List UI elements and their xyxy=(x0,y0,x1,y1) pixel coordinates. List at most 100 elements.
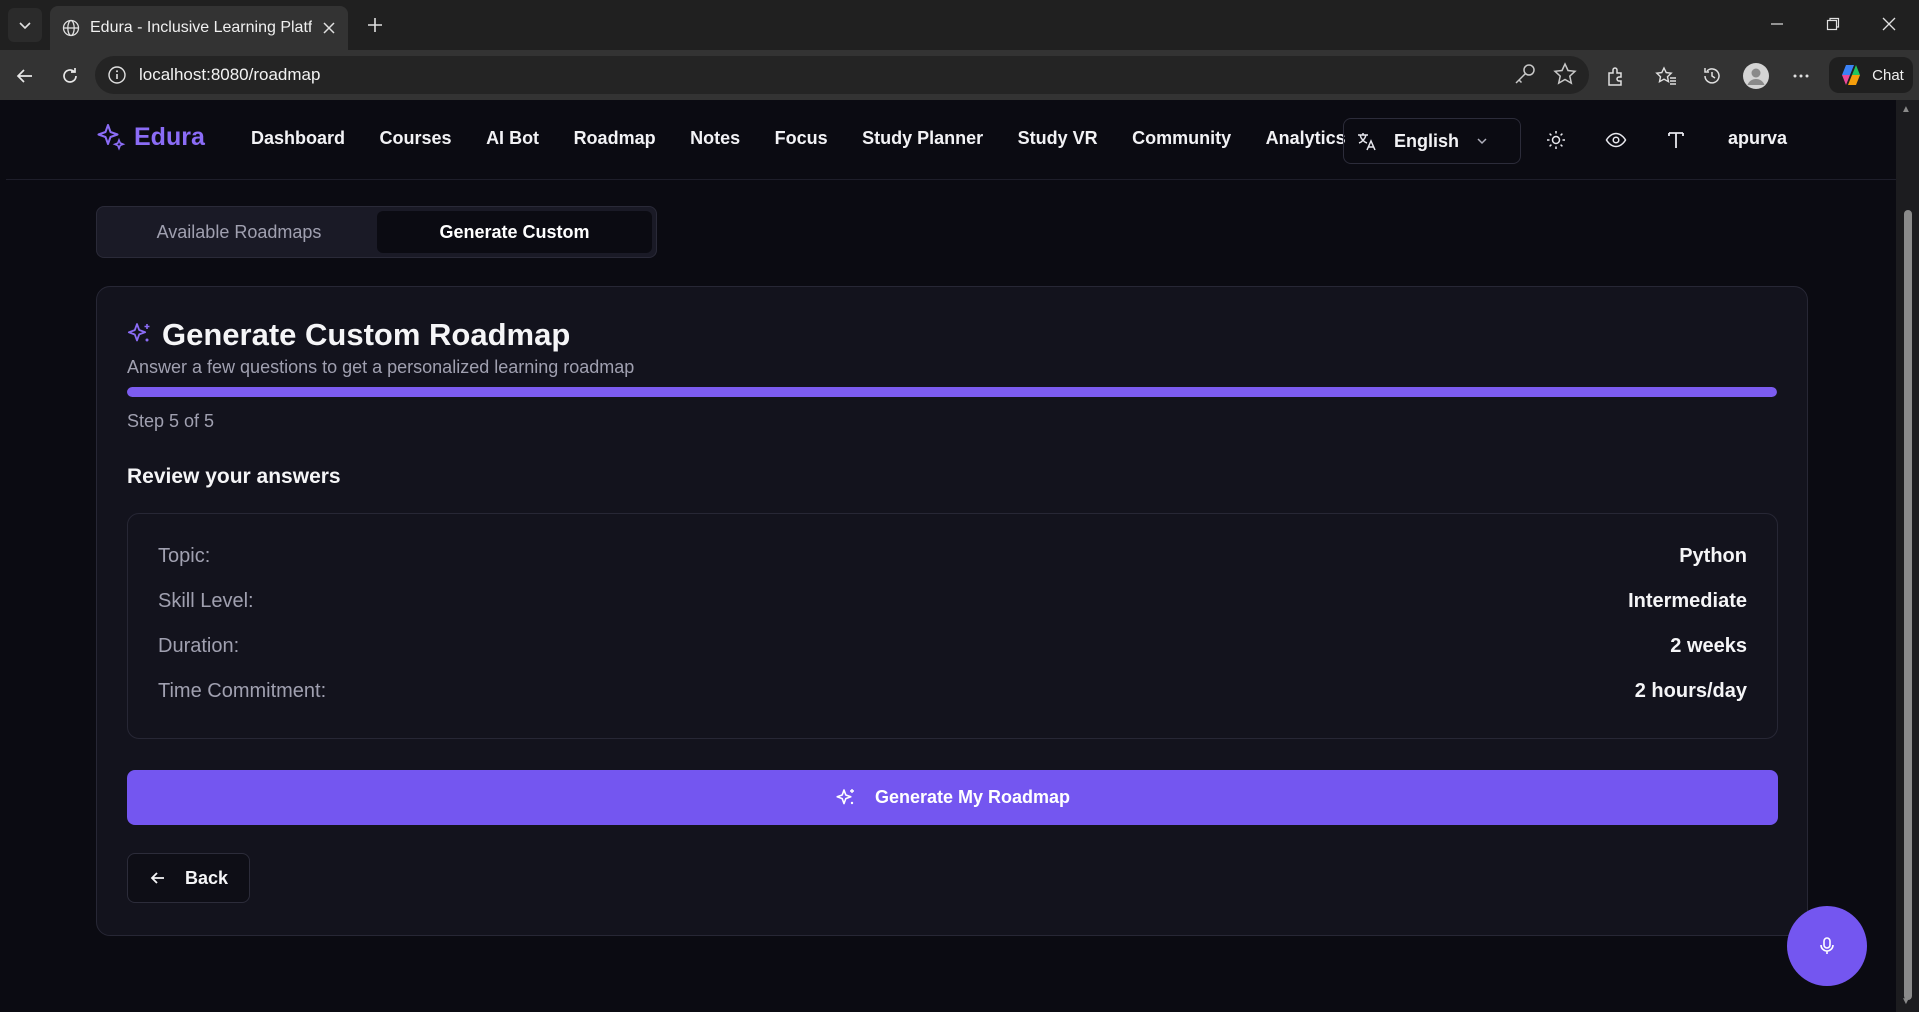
chevron-down-icon xyxy=(19,22,31,30)
page-title: Generate Custom Roadmap xyxy=(162,317,571,352)
answer-label: Time Commitment: xyxy=(158,680,327,702)
custom-roadmap-card: Generate Custom Roadmap Answer a few que… xyxy=(96,286,1808,936)
text-icon xyxy=(1668,132,1684,148)
answer-row-time-commitment: Time Commitment: 2 hours/day xyxy=(158,669,1747,714)
answers-summary: Topic: Python Skill Level: Intermediate … xyxy=(127,513,1778,739)
answer-value: 2 hours/day xyxy=(1634,680,1747,702)
nav-link-courses[interactable]: Courses xyxy=(380,128,452,149)
page-subtitle: Answer a few questions to get a personal… xyxy=(127,357,635,377)
history-icon xyxy=(1704,68,1720,84)
copilot-icon xyxy=(1842,65,1861,85)
profile-button[interactable] xyxy=(1740,60,1772,92)
favorites-button[interactable] xyxy=(1650,60,1682,92)
scroll-up-icon[interactable]: ▲ xyxy=(1901,104,1911,115)
more-menu-button[interactable] xyxy=(1785,60,1817,92)
nav-link-focus[interactable]: Focus xyxy=(775,128,828,149)
minimize-icon xyxy=(1771,23,1783,25)
scroll-down-icon[interactable]: ▼ xyxy=(1901,996,1911,1007)
sparkle-icon xyxy=(127,323,150,342)
reload-icon xyxy=(63,68,77,83)
roadmap-tabs: Available Roadmaps Generate Custom xyxy=(96,206,657,258)
tab-available-roadmaps[interactable]: Available Roadmaps xyxy=(101,211,377,253)
new-tab-button[interactable] xyxy=(360,10,390,40)
answer-label: Topic: xyxy=(158,545,211,567)
nav-link-community[interactable]: Community xyxy=(1132,128,1231,149)
brand-name: Edura xyxy=(134,122,205,151)
review-heading: Review your answers xyxy=(127,465,341,488)
nav-link-study-vr[interactable]: Study VR xyxy=(1018,128,1098,149)
sparkle-icon xyxy=(97,124,126,151)
scroll-thumb[interactable] xyxy=(1904,210,1912,1000)
browser-tab-title: Edura - Inclusive Learning Platform xyxy=(90,19,312,36)
theme-toggle[interactable] xyxy=(1544,128,1568,152)
accessibility-view-toggle[interactable] xyxy=(1604,128,1628,152)
browser-tab-active[interactable]: Edura - Inclusive Learning Platform xyxy=(50,6,348,50)
page: Edura Dashboard Courses AI Bot Roadmap N… xyxy=(6,100,1896,1012)
favorites-icon xyxy=(1655,66,1676,85)
star-icon[interactable] xyxy=(1551,60,1579,88)
language-label: English xyxy=(1394,130,1460,151)
reload-button[interactable] xyxy=(54,60,86,92)
close-window-button[interactable] xyxy=(1861,0,1917,48)
answer-row-duration: Duration: 2 weeks xyxy=(158,624,1747,669)
sun-icon xyxy=(1547,131,1565,149)
avatar-icon xyxy=(1743,63,1769,89)
puzzle-icon xyxy=(1608,67,1622,86)
close-icon[interactable] xyxy=(322,21,336,35)
eye-icon xyxy=(1605,132,1627,148)
back-label: Back xyxy=(184,867,229,888)
nav-link-analytics[interactable]: Analytics xyxy=(1266,128,1346,149)
browser-tab-bar: Edura - Inclusive Learning Platform xyxy=(0,0,1919,50)
translate-icon xyxy=(1358,133,1376,151)
close-icon xyxy=(1882,17,1896,31)
back-button[interactable]: Back xyxy=(127,853,250,903)
sparkle-icon xyxy=(836,788,854,804)
microphone-icon xyxy=(1820,937,1834,954)
generate-roadmap-label: Generate My Roadmap xyxy=(874,787,1071,807)
page-scrollbar[interactable]: ▲ ▼ xyxy=(1896,100,1919,1012)
arrow-left-icon xyxy=(16,69,32,83)
copilot-chat-button[interactable]: Chat xyxy=(1829,57,1913,93)
tab-list-button[interactable] xyxy=(8,8,42,42)
restore-button[interactable] xyxy=(1805,0,1861,48)
user-menu[interactable]: apurva xyxy=(1728,128,1787,149)
extensions-button[interactable] xyxy=(1600,60,1632,92)
key-icon[interactable] xyxy=(1511,60,1539,88)
answer-label: Skill Level: xyxy=(158,590,254,612)
answer-value: 2 weeks xyxy=(1670,635,1747,657)
language-select[interactable]: English xyxy=(1343,118,1521,164)
arrow-left-icon xyxy=(150,872,164,884)
font-size-toggle[interactable] xyxy=(1664,128,1688,152)
answer-row-skill-level: Skill Level: Intermediate xyxy=(158,579,1747,624)
nav-link-notes[interactable]: Notes xyxy=(690,128,740,149)
minimize-button[interactable] xyxy=(1749,0,1805,48)
answer-value: Python xyxy=(1679,545,1747,567)
nav-link-study-planner[interactable]: Study Planner xyxy=(862,128,983,149)
chevron-down-icon xyxy=(1477,138,1487,145)
brand-logo[interactable]: Edura xyxy=(96,122,205,152)
browser-toolbar: localhost:8080/roadmap Chat xyxy=(0,50,1919,100)
progress-fill xyxy=(127,387,1777,397)
nav-link-roadmap[interactable]: Roadmap xyxy=(574,128,656,149)
more-icon xyxy=(1793,74,1809,78)
step-indicator: Step 5 of 5 xyxy=(127,411,215,431)
generate-roadmap-button[interactable]: Generate My Roadmap xyxy=(127,770,1778,825)
back-nav-button[interactable] xyxy=(9,60,41,92)
progress-bar xyxy=(127,387,1777,397)
nav-links: Dashboard Courses AI Bot Roadmap Notes F… xyxy=(251,128,1380,149)
answer-label: Duration: xyxy=(158,635,240,657)
globe-icon xyxy=(62,19,80,37)
tab-generate-custom[interactable]: Generate Custom xyxy=(377,211,652,253)
top-nav: Edura Dashboard Courses AI Bot Roadmap N… xyxy=(6,100,1896,180)
nav-link-dashboard[interactable]: Dashboard xyxy=(251,128,345,149)
restore-icon xyxy=(1826,17,1840,31)
plus-icon xyxy=(368,18,382,32)
address-bar[interactable]: localhost:8080/roadmap xyxy=(95,56,1589,94)
answer-value: Intermediate xyxy=(1628,590,1747,612)
answer-row-topic: Topic: Python xyxy=(158,534,1747,579)
chat-label: Chat xyxy=(1872,66,1904,84)
history-button[interactable] xyxy=(1696,60,1728,92)
address-url: localhost:8080/roadmap xyxy=(139,65,321,84)
nav-link-ai-bot[interactable]: AI Bot xyxy=(486,128,539,149)
voice-assistant-button[interactable] xyxy=(1787,906,1867,986)
